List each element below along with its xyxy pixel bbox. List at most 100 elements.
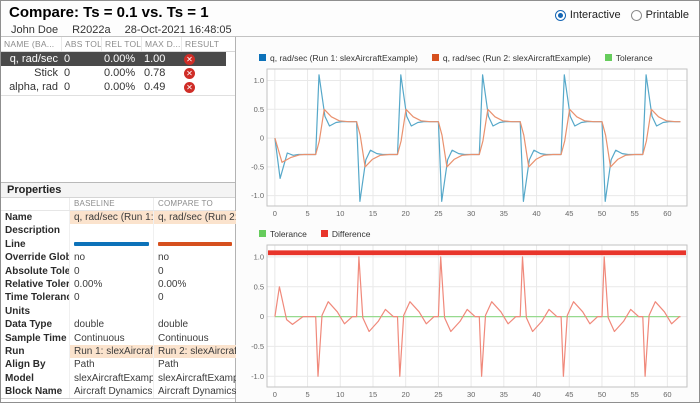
properties-table: BASELINE COMPARE TO Name q, rad/sec (Run… <box>1 198 235 399</box>
prop-row-units: Units <box>1 305 235 318</box>
svg-text:55: 55 <box>630 209 638 218</box>
svg-text:0: 0 <box>273 390 277 399</box>
compare-line-swatch <box>158 242 232 246</box>
svg-text:-1.0: -1.0 <box>251 372 264 381</box>
legend-run1[interactable]: q, rad/sec (Run 1: slexAircraftExample) <box>259 53 418 63</box>
svg-text:50: 50 <box>598 390 606 399</box>
radio-printable[interactable]: Printable <box>631 9 689 21</box>
svg-text:30: 30 <box>467 390 475 399</box>
svg-text:25: 25 <box>434 209 442 218</box>
svg-text:35: 35 <box>500 209 508 218</box>
properties-panel: Properties BASELINE COMPARE TO Name q, r… <box>1 182 235 402</box>
release: R2022a <box>72 24 111 36</box>
radio-printable-label: Printable <box>646 9 689 21</box>
prop-row-block-name: Block Name Aircraft Dynamics ... Aircraf… <box>1 385 235 398</box>
legend-run2[interactable]: q, rad/sec (Run 2: slexAircraftExample) <box>432 53 591 63</box>
svg-text:20: 20 <box>402 209 410 218</box>
svg-text:15: 15 <box>369 390 377 399</box>
properties-panel-title: Properties <box>1 183 235 198</box>
legend-tolerance[interactable]: Tolerance <box>605 53 653 63</box>
legend-tolerance-2[interactable]: Tolerance <box>259 229 307 239</box>
svg-text:45: 45 <box>565 209 573 218</box>
svg-text:15: 15 <box>369 209 377 218</box>
signals-table-header: NAME (BA... ABS TOL REL TOL MAX D...▼ RE… <box>1 37 235 52</box>
radio-selected-icon[interactable] <box>555 10 566 21</box>
svg-text:-0.5: -0.5 <box>251 162 264 171</box>
comparison-plot-area[interactable]: 0 5 10 15 20 25 30 35 40 45 50 55 60 1.0 0.5 0 -0.5 -1.0 <box>241 65 699 221</box>
prop-row-name: Name q, rad/sec (Run 1:... q, rad/sec (R… <box>1 211 235 224</box>
fail-x-icon <box>184 82 195 93</box>
svg-text:0.5: 0.5 <box>254 282 264 291</box>
col-result[interactable]: RESULT <box>181 37 226 51</box>
prop-row-line: Line <box>1 238 235 251</box>
svg-text:0.5: 0.5 <box>254 105 264 114</box>
svg-text:40: 40 <box>532 209 540 218</box>
svg-text:0: 0 <box>260 134 264 143</box>
comparison-chart: q, rad/sec (Run 1: slexAircraftExample) … <box>241 51 699 221</box>
col-name[interactable]: NAME (BA... <box>1 37 61 51</box>
svg-text:50: 50 <box>598 209 606 218</box>
fail-x-icon <box>184 54 195 65</box>
difference-chart: Tolerance Difference 0 5 10 15 20 25 30 35 40 45 5… <box>241 227 699 402</box>
difference-chart-legend: Tolerance Difference <box>259 227 699 240</box>
col-compare-to: COMPARE TO <box>153 198 236 210</box>
table-row-q-radsec[interactable]: q, rad/sec 0 0.00% 1.00 <box>1 52 226 66</box>
svg-text:35: 35 <box>500 390 508 399</box>
svg-text:10: 10 <box>336 209 344 218</box>
prop-row-run: Run Run 1: slexAircraft... Run 2: slexAi… <box>1 345 235 358</box>
charts-panel: q, rad/sec (Run 1: slexAircraftExample) … <box>236 37 699 402</box>
signals-table: NAME (BA... ABS TOL REL TOL MAX D...▼ RE… <box>1 37 235 182</box>
author: John Doe <box>11 24 58 36</box>
svg-text:1.0: 1.0 <box>254 76 264 85</box>
radio-unselected-icon[interactable] <box>631 10 642 21</box>
page-title: Compare: Ts = 0.1 vs. Ts = 1 <box>9 4 209 22</box>
col-abs-tol[interactable]: ABS TOL <box>61 37 101 51</box>
tolerance-swatch-icon <box>259 230 266 237</box>
svg-text:-0.5: -0.5 <box>251 342 264 351</box>
comparison-chart-legend: q, rad/sec (Run 1: slexAircraftExample) … <box>259 51 699 64</box>
prop-row-time-tolerance: Time Tolerance 0 0 <box>1 291 235 304</box>
svg-text:40: 40 <box>532 390 540 399</box>
prop-row-data-type: Data Type double double <box>1 318 235 331</box>
radio-interactive-label: Interactive <box>570 9 621 21</box>
svg-text:5: 5 <box>305 209 309 218</box>
svg-text:60: 60 <box>663 390 671 399</box>
svg-text:0: 0 <box>260 312 264 321</box>
svg-text:0: 0 <box>273 209 277 218</box>
col-max-diff[interactable]: MAX D...▼ <box>141 37 181 51</box>
legend-difference[interactable]: Difference <box>321 229 371 239</box>
comparison-report-window: Compare: Ts = 0.1 vs. Ts = 1 Interactive… <box>0 0 700 403</box>
run2-swatch-icon <box>432 54 439 61</box>
svg-text:5: 5 <box>305 390 309 399</box>
table-separator <box>1 95 235 96</box>
baseline-line-swatch <box>74 242 149 246</box>
timestamp: 28-Oct-2021 16:48:05 <box>125 24 232 36</box>
difference-plot-area[interactable]: 0 5 10 15 20 25 30 35 40 45 50 55 60 1.0 0.5 0 -0.5 -1.0 <box>241 241 699 402</box>
left-panel: NAME (BA... ABS TOL REL TOL MAX D...▼ RE… <box>1 37 236 402</box>
report-meta: John Doe R2022a 28-Oct-2021 16:48:05 <box>1 22 699 36</box>
fail-x-icon <box>184 68 195 79</box>
svg-text:-1.0: -1.0 <box>251 191 264 200</box>
table-row-stick[interactable]: Stick 0 0.00% 0.78 <box>1 66 235 80</box>
table-row-alpha-rad[interactable]: alpha, rad 0 0.00% 0.49 <box>1 80 235 94</box>
svg-text:25: 25 <box>434 390 442 399</box>
prop-row-description: Description <box>1 224 235 237</box>
difference-swatch-icon <box>321 230 328 237</box>
svg-text:45: 45 <box>565 390 573 399</box>
svg-text:1.0: 1.0 <box>254 252 264 261</box>
svg-text:60: 60 <box>663 209 671 218</box>
prop-row-override-global: Override Globa... no no <box>1 251 235 264</box>
view-mode-radio-group: Interactive Printable <box>555 9 689 21</box>
col-baseline: BASELINE <box>69 198 153 210</box>
svg-text:20: 20 <box>402 390 410 399</box>
svg-text:30: 30 <box>467 209 475 218</box>
properties-column-headers: BASELINE COMPARE TO <box>1 198 235 211</box>
prop-row-model: Model slexAircraftExample slexAircraftEx… <box>1 372 235 385</box>
svg-text:10: 10 <box>336 390 344 399</box>
svg-text:55: 55 <box>630 390 638 399</box>
prop-row-align-by: Align By Path Path <box>1 358 235 371</box>
radio-interactive[interactable]: Interactive <box>555 9 621 21</box>
prop-row-absolute-tolerance: Absolute Toler... 0 0 <box>1 265 235 278</box>
run1-swatch-icon <box>259 54 266 61</box>
col-rel-tol[interactable]: REL TOL <box>101 37 141 51</box>
